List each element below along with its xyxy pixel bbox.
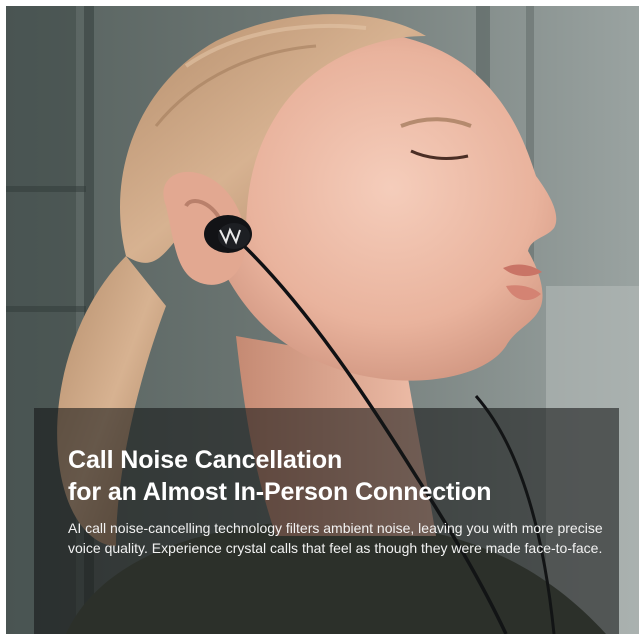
- product-photo: Call Noise Cancellation for an Almost In…: [6, 6, 639, 634]
- caption-panel: Call Noise Cancellation for an Almost In…: [34, 408, 619, 634]
- headline: Call Noise Cancellation for an Almost In…: [68, 444, 608, 508]
- headline-line-2: for an Almost In-Person Connection: [68, 478, 492, 506]
- description: AI call noise-cancelling technology filt…: [68, 520, 603, 556]
- headline-line-1: Call Noise Cancellation: [68, 446, 343, 474]
